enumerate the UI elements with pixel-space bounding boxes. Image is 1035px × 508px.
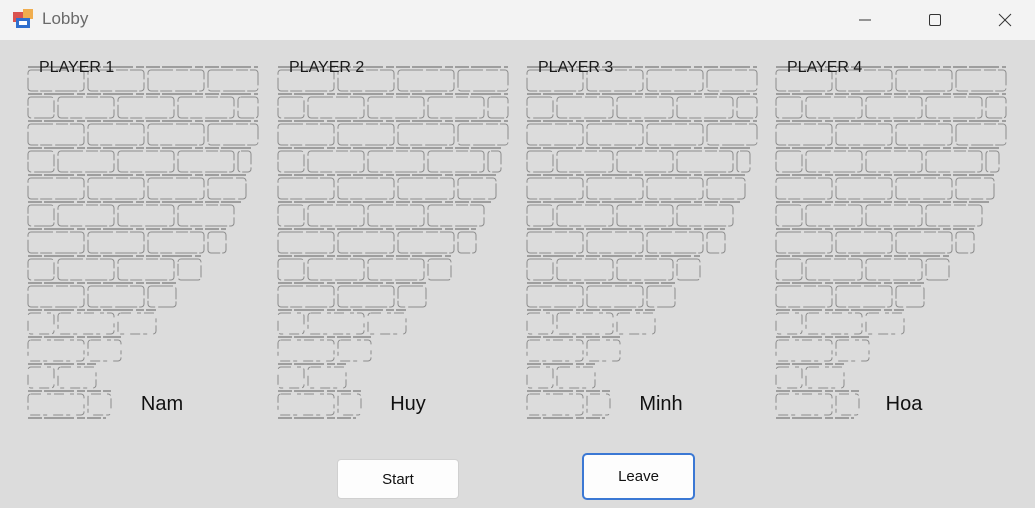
player-name: Minh — [639, 393, 683, 415]
close-button[interactable] — [982, 0, 1028, 40]
brick-wall-image — [775, 66, 1007, 419]
minimize-icon — [859, 19, 871, 21]
player-name: Nam — [140, 393, 184, 415]
player-slot-3: PLAYER 3 Minh — [525, 55, 765, 435]
player-label: PLAYER 1 — [39, 59, 115, 76]
player-label: PLAYER 2 — [289, 59, 365, 76]
player-slot-2: PLAYER 2 Huy — [276, 55, 516, 435]
leave-button[interactable]: Leave — [582, 453, 695, 500]
player-name: Hoa — [885, 393, 923, 415]
maximize-button[interactable] — [912, 0, 958, 40]
close-icon — [998, 13, 1012, 27]
app-icon — [13, 9, 33, 28]
start-button[interactable]: Start — [337, 459, 459, 499]
player-label: PLAYER 3 — [538, 59, 614, 76]
brick-wall-image — [27, 66, 259, 419]
brick-wall-image — [277, 66, 509, 419]
player-slot-1: PLAYER 1 Nam — [26, 55, 266, 435]
title-bar: Lobby — [0, 0, 1035, 40]
lobby-window: Lobby PLAYER 1 Nam PLAYER 2 Huy PLAYER 3… — [0, 0, 1035, 508]
maximize-icon — [929, 14, 941, 26]
window-title: Lobby — [42, 9, 89, 28]
player-slot-4: PLAYER 4 Hoa — [774, 55, 1014, 435]
minimize-button[interactable] — [842, 0, 888, 40]
player-name: Huy — [390, 393, 426, 415]
player-label: PLAYER 4 — [787, 59, 863, 76]
brick-wall-image — [526, 66, 758, 419]
